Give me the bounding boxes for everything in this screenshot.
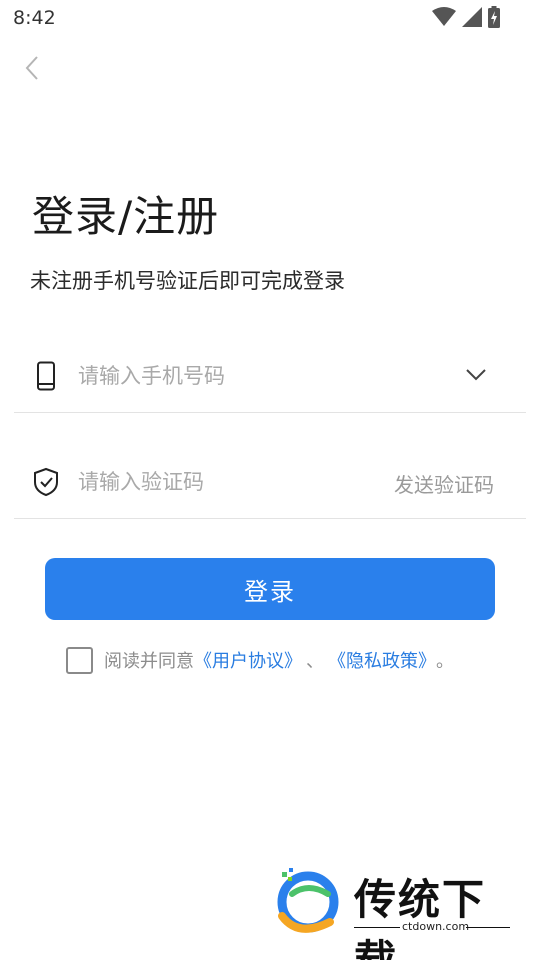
page-subtitle: 未注册手机号验证后即可完成登录 bbox=[30, 269, 345, 293]
send-code-button[interactable]: 发送验证码 bbox=[394, 469, 494, 498]
login-button[interactable]: 登录 bbox=[45, 558, 495, 620]
watermark: 传统下载 ctdown.com bbox=[268, 862, 518, 960]
watermark-logo-icon bbox=[277, 868, 339, 933]
status-time: 8:42 bbox=[13, 7, 56, 29]
page-title: 登录/注册 bbox=[32, 192, 220, 241]
back-button[interactable] bbox=[14, 50, 50, 86]
signal-icon bbox=[462, 7, 482, 27]
status-bar: 8:42 bbox=[0, 0, 540, 36]
agreement-prefix: 阅读并同意 bbox=[104, 651, 194, 672]
chevron-down-icon bbox=[466, 369, 486, 381]
phone-input[interactable] bbox=[78, 357, 398, 395]
verification-code-input[interactable] bbox=[78, 463, 358, 501]
code-field-row: 发送验证码 bbox=[14, 449, 526, 519]
agreement-suffix: 。 bbox=[436, 651, 454, 672]
country-code-dropdown[interactable] bbox=[464, 365, 488, 385]
privacy-policy-link[interactable]: 《隐私政策》 bbox=[328, 647, 436, 673]
user-agreement-link[interactable]: 《用户协议》 bbox=[194, 647, 302, 673]
battery-charging-icon bbox=[488, 6, 500, 28]
chevron-left-icon bbox=[25, 56, 38, 80]
phone-icon bbox=[32, 361, 60, 391]
agreement-row: 阅读并同意 《用户协议》 、 《隐私政策》 。 bbox=[66, 646, 454, 674]
status-icons bbox=[432, 6, 500, 28]
shield-check-icon bbox=[32, 467, 60, 497]
watermark-name: 传统下载 bbox=[354, 875, 487, 960]
watermark-url: ctdown.com bbox=[402, 920, 470, 933]
login-screen: 8:42 登录/注册 未注册手机号验证后即可完成登录 请输入手机号码 请输入验证… bbox=[0, 0, 540, 960]
watermark-rule-right bbox=[466, 927, 510, 928]
watermark-rule-left bbox=[354, 927, 400, 928]
agreement-checkbox[interactable] bbox=[66, 646, 93, 674]
phone-field-row bbox=[14, 343, 526, 413]
wifi-icon bbox=[432, 7, 456, 26]
agreement-separator: 、 bbox=[306, 651, 324, 672]
